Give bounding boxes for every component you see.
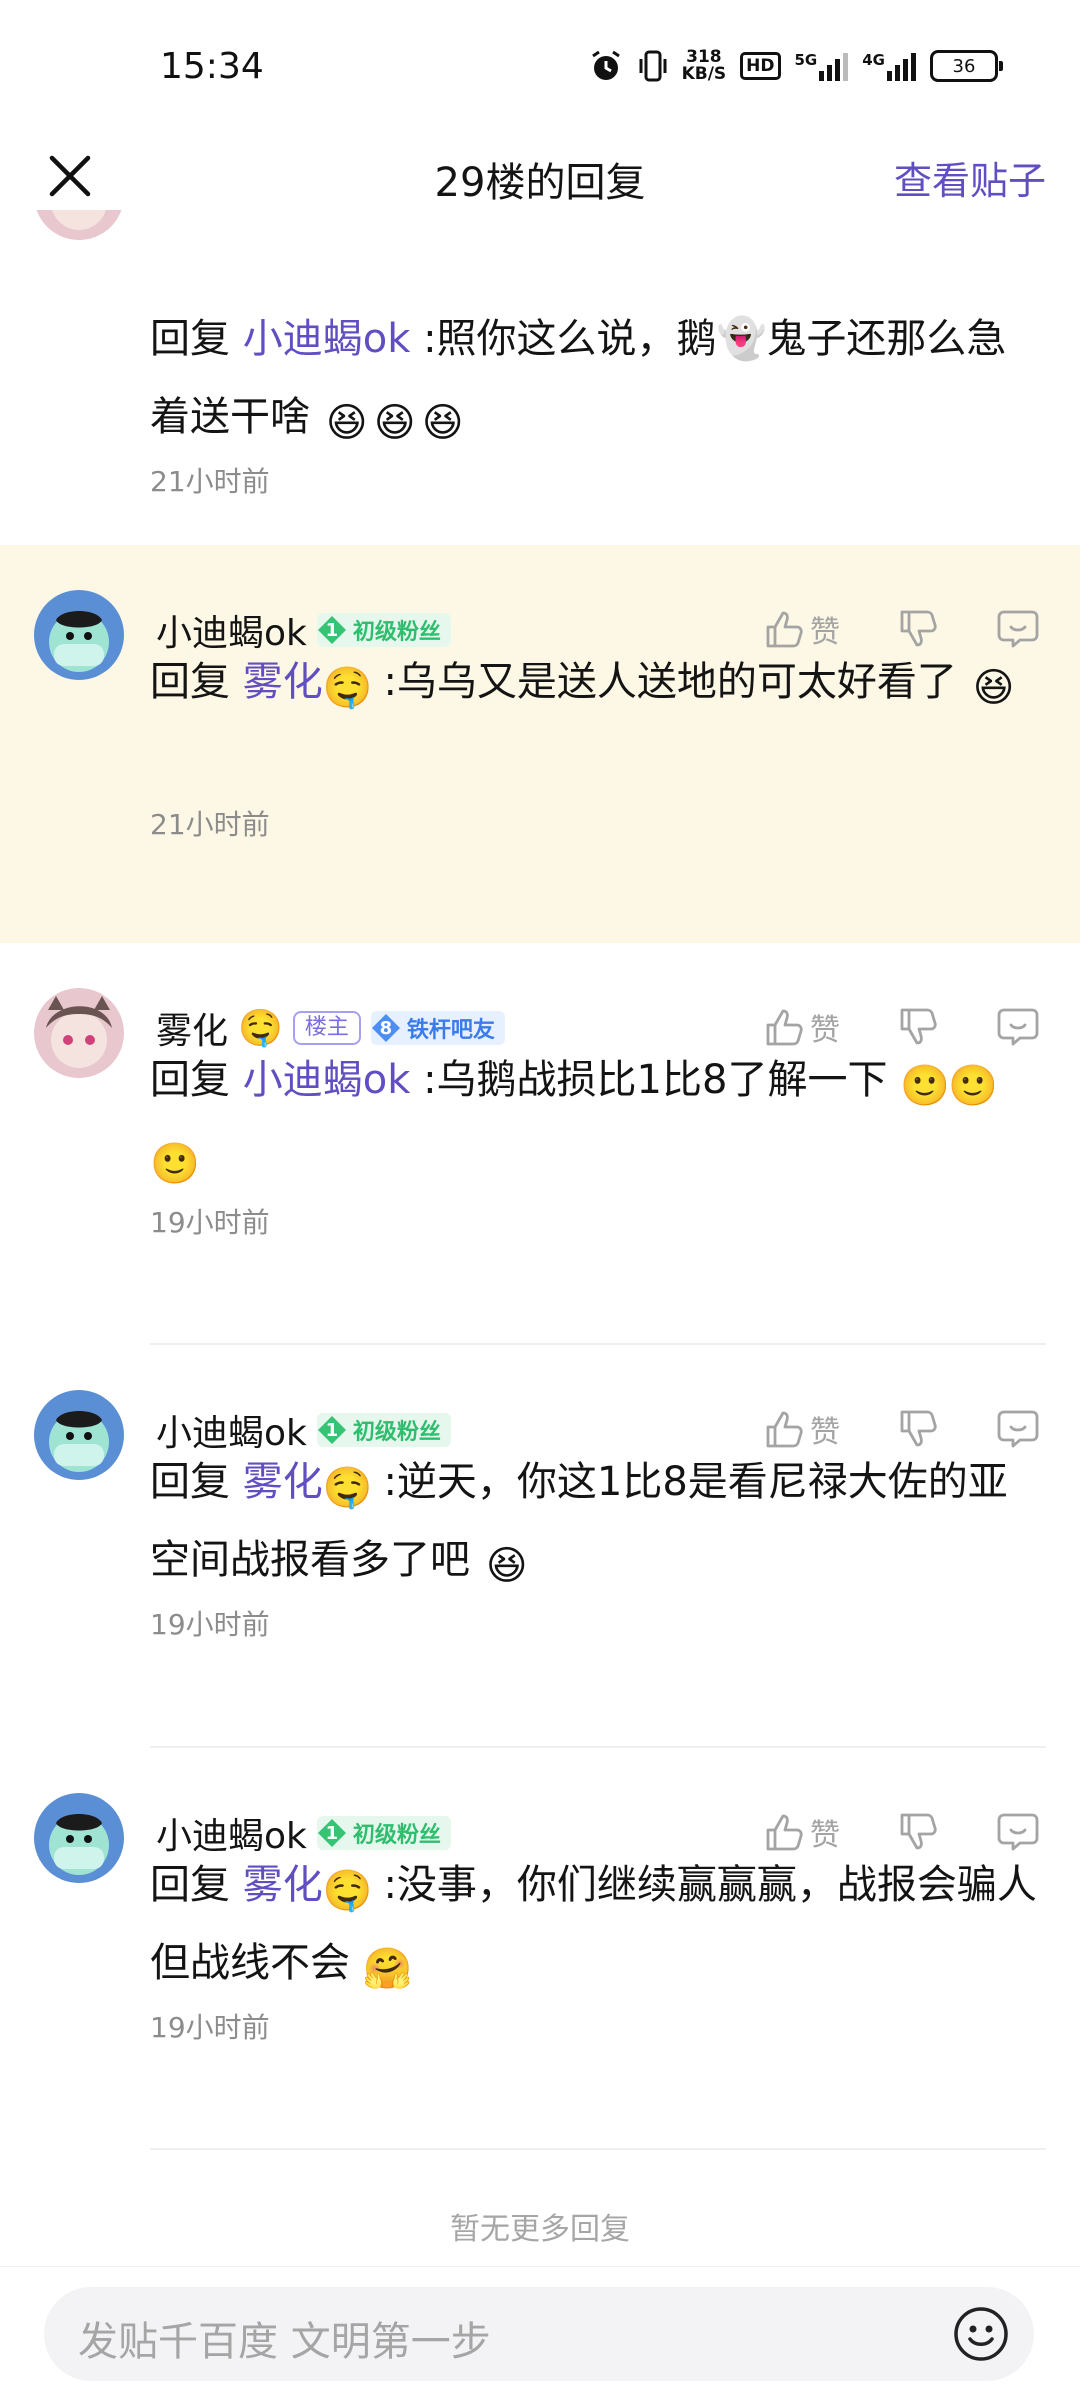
grin-emoji-icon: 😆 xyxy=(972,665,1015,711)
badge-label: 铁杆吧友 xyxy=(406,1018,495,1043)
avatar[interactable] xyxy=(34,1793,124,1883)
reply-list: 雾化 回复 小迪蝎ok :照你这么说，鹅👻鬼子还那么急着送干啥 😆😆😆 21小时… xyxy=(0,210,1080,2265)
signal-4g-icon: 4G xyxy=(862,51,916,81)
status-icons: 318 KB/S HD 5G 4G 36 xyxy=(588,48,1003,84)
divider xyxy=(150,2148,1046,2150)
status-bar: 15:34 318 KB/S HD 5G 4G 36 xyxy=(0,0,1080,140)
avatar[interactable] xyxy=(34,210,124,240)
reply-prefix: 回复 xyxy=(150,1862,230,1908)
owner-badge: 楼主 xyxy=(292,1011,361,1045)
hd-icon: HD xyxy=(740,52,781,80)
net-speed-unit: KB/S xyxy=(681,64,727,84)
view-post-link[interactable]: 查看贴子 xyxy=(894,150,1046,205)
iron-fan-badge[interactable]: 8 铁杆吧友 xyxy=(370,1011,505,1045)
drool-emoji-icon: 🤤 xyxy=(322,1465,373,1511)
grin-emoji-icon: 😆 xyxy=(421,400,464,446)
level-diamond-icon: 1 xyxy=(317,1818,347,1848)
reply-item: 雾化 🤤 楼主 8 铁杆吧友 赞 回复 小迪蝎ok :乌鹅战损比1比8了解一下 🙂… xyxy=(0,943,1080,1345)
reply-prefix: 回复 xyxy=(150,659,230,705)
vibrate-icon xyxy=(638,49,668,83)
hug-emoji-icon: 🤗 xyxy=(362,1946,413,1992)
reply-time: 19小时前 xyxy=(150,1608,270,1641)
reply-time: 19小时前 xyxy=(150,2011,270,2044)
badge-label: 初级粉丝 xyxy=(352,1420,441,1445)
grin-emoji-icon: 😆 xyxy=(485,1543,528,1589)
smile-emoji-icon: 🙂 xyxy=(150,1141,200,1187)
battery-level: 36 xyxy=(952,55,976,77)
smile-emoji-icon: 🙂 xyxy=(948,1063,998,1109)
reply-input[interactable]: 发贴千百度 文明第一步 xyxy=(44,2287,1034,2381)
avatar[interactable] xyxy=(34,988,124,1078)
no-more-replies: 暂无更多回复 xyxy=(450,2212,630,2247)
reply-item: 小迪蝎ok 1 初级粉丝 赞 回复 雾化🤤 :没事，你们继续赢赢赢，战报会骗人但… xyxy=(0,1748,1080,2150)
smiley-icon xyxy=(954,2307,1008,2361)
reply-prefix: 回复 xyxy=(150,1057,230,1103)
signal-4g-label: 4G xyxy=(862,51,885,69)
smile-emoji-icon: 🙂 xyxy=(900,1063,950,1109)
mention-link[interactable]: 雾化 xyxy=(243,1862,323,1908)
signal-5g-icon: 5G xyxy=(795,51,849,81)
reply-content: 回复 雾化🤤 :乌乌又是送人送地的可太好看了 😆 xyxy=(150,643,1040,721)
reply-time: 21小时前 xyxy=(150,465,270,498)
input-placeholder: 发贴千百度 文明第一步 xyxy=(78,2319,491,2365)
reply-text: :乌乌又是送人送地的可太好看了 xyxy=(383,659,957,705)
level-diamond-icon: 1 xyxy=(317,615,347,645)
reply-item: 雾化 回复 小迪蝎ok :照你这么说，鹅👻鬼子还那么急着送干啥 😆😆😆 21小时… xyxy=(0,210,1080,555)
signal-5g-label: 5G xyxy=(794,51,818,69)
reply-content: 回复 雾化🤤 :没事，你们继续赢赢赢，战报会骗人但战线不会 🤗 xyxy=(150,1846,1040,2002)
drool-emoji-icon: 🤤 xyxy=(322,1868,373,1914)
fan-level-badge[interactable]: 1 初级粉丝 xyxy=(316,1816,451,1850)
reply-prefix: 回复 xyxy=(150,1459,230,1505)
drool-emoji-icon: 🤤 xyxy=(322,665,373,711)
mention-link[interactable]: 小迪蝎ok xyxy=(243,316,411,362)
reply-time: 21小时前 xyxy=(150,808,270,841)
emoji-button[interactable] xyxy=(952,2305,1010,2363)
reply-item: 小迪蝎ok 1 初级粉丝 赞 回复 雾化🤤 :逆天，你这1比8是看尼禄大佐的亚空… xyxy=(0,1345,1080,1748)
reply-prefix: 回复 xyxy=(150,316,230,362)
reply-time: 19小时前 xyxy=(150,1206,270,1239)
level-diamond-icon: 8 xyxy=(371,1013,401,1043)
badge-label: 初级粉丝 xyxy=(352,620,441,645)
reply-content: 回复 小迪蝎ok :乌鹅战损比1比8了解一下 🙂🙂🙂 xyxy=(150,1041,1040,1197)
level-diamond-icon: 1 xyxy=(317,1415,347,1445)
fan-level-badge[interactable]: 1 初级粉丝 xyxy=(316,613,451,647)
reply-content: 回复 小迪蝎ok :照你这么说，鹅👻鬼子还那么急着送干啥 😆 😆 😆 xyxy=(150,300,1040,456)
net-speed: 318 KB/S xyxy=(682,49,727,83)
battery-icon: 36 xyxy=(930,50,1003,82)
mention-link[interactable]: 小迪蝎ok xyxy=(243,1057,411,1103)
nav-bar: 29楼的回复 查看贴子 xyxy=(0,140,1080,210)
grin-emoji-icon: 😆 xyxy=(373,400,416,446)
mention-link[interactable]: 雾化 xyxy=(243,659,323,705)
badge-label: 初级粉丝 xyxy=(352,1823,441,1848)
avatar[interactable] xyxy=(34,1390,124,1480)
status-time: 15:34 xyxy=(160,46,264,87)
reply-item-highlighted: 小迪蝎ok 1 初级粉丝 赞 回复 雾化🤤 :乌乌又是送人送地的可太好看了 😆 xyxy=(0,545,1080,943)
avatar[interactable] xyxy=(34,590,124,680)
reply-text: :乌鹅战损比1比8了解一下 xyxy=(423,1057,888,1103)
bottom-bar: 发贴千百度 文明第一步 xyxy=(0,2266,1080,2401)
grin-emoji-icon: 😆 xyxy=(325,400,368,446)
reply-content: 回复 雾化🤤 :逆天，你这1比8是看尼禄大佐的亚空间战报看多了吧 😆 xyxy=(150,1443,1040,1599)
alarm-icon xyxy=(588,48,624,84)
mention-link[interactable]: 雾化 xyxy=(243,1459,323,1505)
fan-level-badge[interactable]: 1 初级粉丝 xyxy=(316,1413,451,1447)
